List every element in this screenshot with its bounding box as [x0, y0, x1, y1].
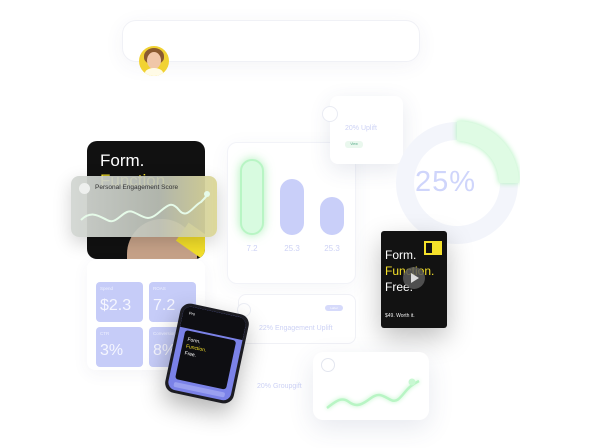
engagement-sparkline	[80, 191, 210, 223]
stat-value: 7.2	[153, 297, 176, 314]
stat-value: 3%	[100, 342, 124, 359]
metric-bar-label-1: 7.2	[246, 244, 258, 253]
engagement-score-card[interactable]: Personal Engagement Score	[71, 176, 217, 237]
stat-title: ROAS	[153, 286, 166, 291]
stat-title: Spend	[100, 286, 114, 291]
phone-line3: Free.	[183, 350, 197, 359]
trend-line-card[interactable]	[313, 352, 429, 420]
video-ad-card[interactable]: Form. Function. Free. $49. Worth it.	[381, 231, 447, 328]
stat-title: Conversion	[153, 331, 176, 336]
trend-point	[408, 378, 416, 386]
video-headline-line1: Form.	[385, 248, 417, 262]
stat-tile-spend[interactable]: Spend $2.3	[96, 282, 143, 322]
phone-ad-panel[interactable]: Form. Function. Free.	[175, 329, 237, 390]
video-price: $49. Worth it.	[385, 313, 415, 319]
uplift-view-button[interactable]: View	[345, 141, 363, 148]
avatar-body	[145, 68, 163, 76]
engagement-point	[204, 191, 210, 197]
phone-header-label: Pro	[188, 310, 196, 317]
metric-bar-3[interactable]	[320, 197, 344, 235]
avatar-face	[147, 52, 161, 69]
engagement-uplift-pill[interactable]: Label	[325, 305, 343, 311]
stat-title: CTR	[100, 331, 110, 336]
trend-icon	[321, 358, 335, 372]
brand-tag-inner	[426, 243, 432, 253]
engagement-line	[80, 193, 208, 223]
ad-headline-line1: Form.	[100, 151, 145, 170]
stat-value: $2.3	[100, 297, 132, 314]
group-uplift-label: 20% Groupgift	[257, 383, 302, 390]
user-avatar[interactable]	[139, 46, 169, 76]
engagement-uplift-card: 22% Engagement Uplift Label	[237, 294, 356, 344]
donut-value: 25%	[415, 166, 477, 198]
uplift-title: 20% Uplift	[345, 125, 377, 132]
uplift-mini-card: 20% Uplift View	[322, 96, 403, 164]
metric-bar-label-3: 25.3	[324, 244, 340, 253]
trend-line	[326, 379, 420, 409]
metric-bar-label-2: 25.3	[284, 244, 300, 253]
uplift-icon	[322, 106, 338, 122]
stat-tile-ctr[interactable]: CTR 3%	[96, 327, 143, 367]
engagement-uplift-label: 22% Engagement Uplift	[259, 325, 333, 332]
play-icon[interactable]	[403, 267, 425, 289]
metric-bar-1[interactable]	[240, 159, 264, 235]
metric-bar-2[interactable]	[280, 179, 304, 235]
phone-screen: Pro Form. Function. Free.	[166, 305, 248, 402]
